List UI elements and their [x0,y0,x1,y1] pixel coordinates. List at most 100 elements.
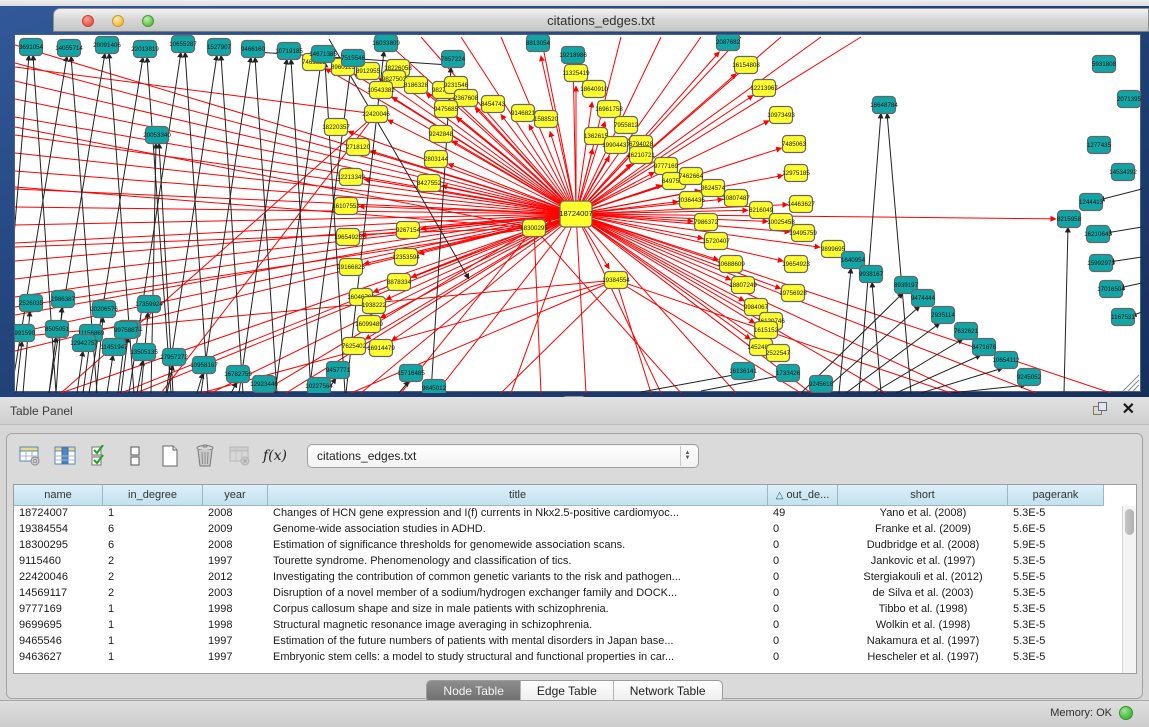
column-header-name[interactable]: name [14,485,103,506]
table-row[interactable]: 1872400712008Changes of HCN gene express… [14,506,1122,522]
table-cell[interactable]: de Silva et al. (2003) [838,586,1008,602]
table-settings-icon[interactable] [17,443,43,469]
table-cell[interactable]: 1998 [203,602,268,618]
table-cell[interactable]: 2 [103,570,203,586]
black-citation-edge[interactable] [107,355,113,393]
black-citation-edge[interactable] [201,57,251,393]
table-cell[interactable]: 0 [768,650,838,666]
table-cell[interactable]: 2008 [203,506,268,522]
table-cell[interactable]: Hescheler et al. (1997) [838,650,1008,666]
column-header-year[interactable]: year [203,485,268,506]
table-cell[interactable]: 2008 [203,538,268,554]
table-cell[interactable]: 0 [768,634,838,650]
table-cell[interactable]: 18300295 [14,538,103,554]
red-citation-edge[interactable] [370,151,576,214]
table-cell[interactable]: 1 [103,602,203,618]
network-view-canvas[interactable]: 1872400718300295193845548960123891295518… [14,34,1141,392]
red-citation-edge[interactable] [576,214,744,301]
table-select-dropdown[interactable]: citations_edges.txt ▲▼ [307,444,699,468]
table-row[interactable]: 911546021997Tourette syndrome. Phenomeno… [14,554,1122,570]
table-cell[interactable]: 5.3E-5 [1008,634,1104,650]
table-cell[interactable]: 0 [768,538,838,554]
black-citation-edge[interactable] [291,59,311,393]
table-cell[interactable]: 5.5E-5 [1008,570,1104,586]
table-cell[interactable]: Disruption of a novel member of a sodium… [268,586,768,602]
tab-edge-table[interactable]: Edge Table [521,681,614,702]
citation-network-graph[interactable]: 1872400718300295193845548960123891295518… [15,35,1142,393]
table-cell[interactable]: 6 [103,522,203,538]
table-cell[interactable]: Franke et al. (2009) [838,522,1008,538]
black-citation-edge[interactable] [23,311,30,393]
black-citation-edge[interactable] [399,381,409,393]
table-cell[interactable]: 2 [103,586,203,602]
table-cell[interactable]: 1 [103,634,203,650]
table-cell[interactable]: 0 [768,554,838,570]
column-header-out_de[interactable]: △out_de... [768,485,838,506]
table-cell[interactable]: 9465546 [14,634,103,650]
table-row[interactable]: 1456911722003Disruption of a novel membe… [14,586,1122,602]
column-header-title[interactable]: title [268,485,768,506]
column-header-pagerank[interactable]: pagerank [1008,485,1104,506]
black-citation-edge[interactable] [1099,189,1142,200]
black-citation-edge[interactable] [255,57,277,393]
table-cell[interactable]: 6 [103,538,203,554]
table-cell[interactable]: Nakamura et al. (1997) [838,634,1008,650]
table-cell[interactable]: 14569117 [14,586,103,602]
table-cell[interactable]: 0 [768,618,838,634]
black-citation-edge[interactable] [951,385,1026,393]
select-all-icon[interactable] [87,443,113,469]
delete-table-icon[interactable] [192,443,218,469]
black-citation-edge[interactable] [147,57,171,393]
table-cell[interactable]: 9463627 [14,650,103,666]
table-cell[interactable]: Tourette syndrome. Phenomenology and cla… [268,554,768,570]
table-cell[interactable]: 49 [768,506,838,522]
select-column-icon[interactable] [52,443,78,469]
table-cell[interactable]: 2 [103,554,203,570]
table-cell[interactable]: 5.9E-5 [1008,538,1104,554]
table-row[interactable]: 969969511998Structural magnetic resonanc… [14,618,1122,634]
table-cell[interactable]: 5.3E-5 [1008,602,1104,618]
memory-status-indicator[interactable] [1119,706,1133,720]
table-cell[interactable]: Tibbo et al. (1998) [838,602,1008,618]
resize-grip-icon[interactable] [1128,380,1139,391]
red-citation-edge[interactable] [388,120,576,214]
table-cell[interactable]: 5.3E-5 [1008,586,1104,602]
table-cell[interactable]: Jankovic et al. (1997) [838,554,1008,570]
table-cell[interactable]: 0 [768,602,838,618]
table-cell[interactable]: 1 [103,618,203,634]
black-citation-edge[interactable] [16,341,22,393]
table-row[interactable]: 2242004622012Investigating the contribut… [14,570,1122,586]
black-citation-edge[interactable] [239,59,287,393]
table-row[interactable]: 1830029562008Estimation of significance … [14,538,1122,554]
table-cell[interactable]: Structural magnetic resonance image aver… [268,618,768,634]
black-citation-edge[interactable] [839,268,851,393]
table-cell[interactable]: 18724007 [14,506,103,522]
network-window-titlebar[interactable]: citations_edges.txt [53,8,1149,32]
table-cell[interactable]: 9777169 [14,602,103,618]
table-cell[interactable]: 1998 [203,618,268,634]
delete-column-icon[interactable] [227,443,253,469]
new-table-icon[interactable] [157,443,183,469]
black-citation-edge[interactable] [887,113,911,393]
table-cell[interactable]: Investigating the contribution of common… [268,570,768,586]
unselect-all-icon[interactable] [122,443,148,469]
table-cell[interactable]: 0 [768,570,838,586]
table-cell[interactable]: 22420046 [14,570,103,586]
table-cell[interactable]: Changes of HCN gene expression and I(f) … [268,506,768,522]
table-cell[interactable]: 5.3E-5 [1008,506,1104,522]
column-header-short[interactable]: short [838,485,1008,506]
table-cell[interactable]: Estimation of significance thresholds fo… [268,538,768,554]
table-cell[interactable]: Stergiakouli et al. (2012) [838,570,1008,586]
table-cell[interactable]: 5.3E-5 [1008,618,1104,634]
table-cell[interactable]: Dudbridge et al. (2008) [838,538,1008,554]
table-cell[interactable]: 2003 [203,586,268,602]
black-citation-edge[interactable] [1064,227,1068,393]
table-cell[interactable]: 1997 [203,650,268,666]
resize-grip-icon[interactable] [1133,385,1139,391]
table-cell[interactable]: 5.3E-5 [1008,650,1104,666]
table-cell[interactable]: 1997 [203,554,268,570]
black-citation-edge[interactable] [185,52,208,393]
table-cell[interactable]: 19384554 [14,522,103,538]
table-cell[interactable]: 1 [103,506,203,522]
table-row[interactable]: 1938455462009Genome-wide association stu… [14,522,1122,538]
